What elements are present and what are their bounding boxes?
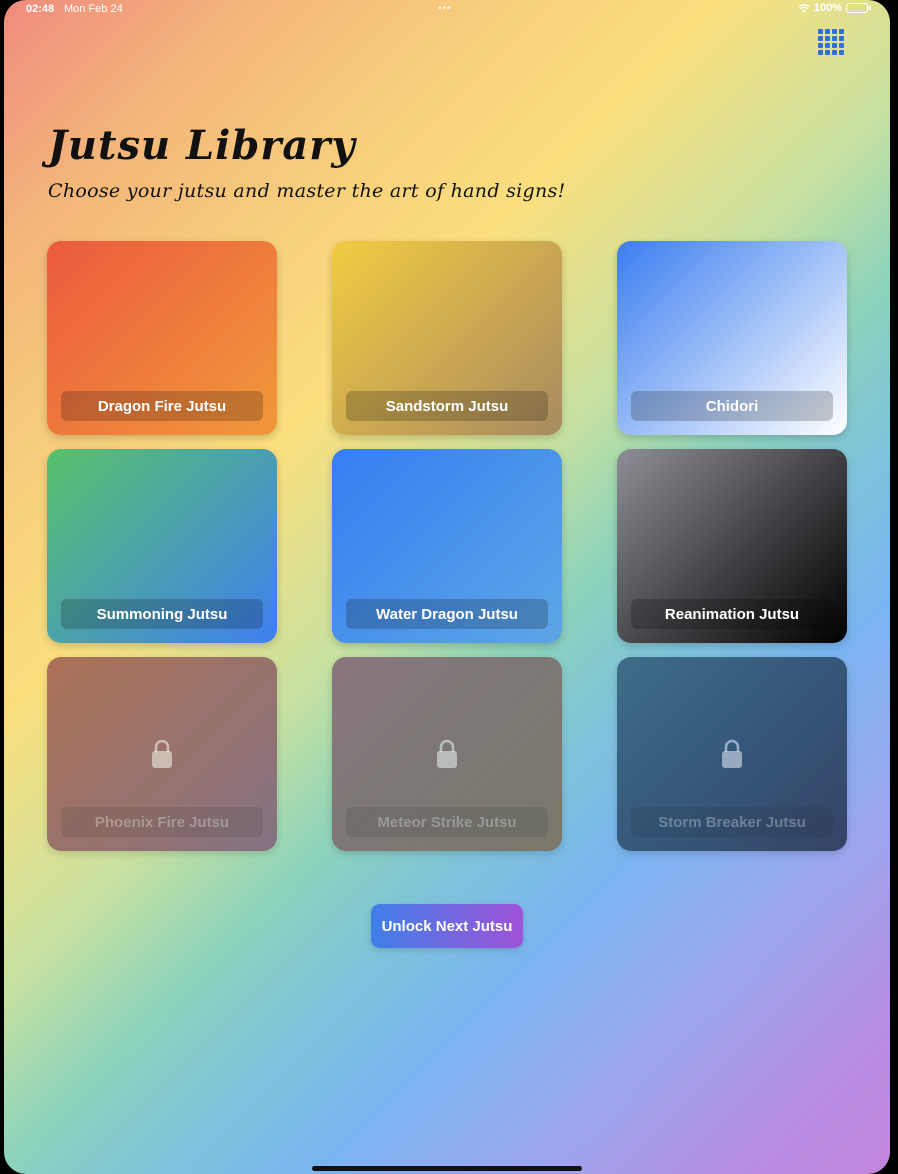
jutsu-card[interactable]: Storm Breaker Jutsu xyxy=(617,657,847,851)
lock-icon xyxy=(437,739,457,768)
wifi-icon xyxy=(798,3,810,13)
page-subtitle: Choose your jutsu and master the art of … xyxy=(48,180,566,202)
jutsu-card-label: Storm Breaker Jutsu xyxy=(631,807,833,837)
jutsu-card-label: Dragon Fire Jutsu xyxy=(61,391,263,421)
jutsu-card-label: Meteor Strike Jutsu xyxy=(346,807,548,837)
lock-icon xyxy=(722,739,742,768)
jutsu-card-label: Sandstorm Jutsu xyxy=(346,391,548,421)
jutsu-card[interactable]: Sandstorm Jutsu xyxy=(332,241,562,435)
jutsu-card[interactable]: Phoenix Fire Jutsu xyxy=(47,657,277,851)
home-indicator[interactable] xyxy=(312,1166,582,1171)
jutsu-card[interactable]: Chidori xyxy=(617,241,847,435)
jutsu-card-label: Summoning Jutsu xyxy=(61,599,263,629)
page-title: Jutsu Library xyxy=(48,122,356,169)
lock-icon xyxy=(152,739,172,768)
status-time: 02:48 xyxy=(26,3,55,15)
jutsu-card[interactable]: Water Dragon Jutsu xyxy=(332,449,562,643)
jutsu-card[interactable]: Dragon Fire Jutsu xyxy=(47,241,277,435)
jutsu-card[interactable]: Reanimation Jutsu xyxy=(617,449,847,643)
multitasking-dots[interactable]: ••• xyxy=(438,3,452,14)
jutsu-card[interactable]: Meteor Strike Jutsu xyxy=(332,657,562,851)
jutsu-card[interactable]: Summoning Jutsu xyxy=(47,449,277,643)
app-screen: 02:48 Mon Feb 24 ••• 100% Jutsu Library … xyxy=(4,0,890,1174)
jutsu-card-label: Chidori xyxy=(631,391,833,421)
jutsu-card-label: Water Dragon Jutsu xyxy=(346,599,548,629)
grid-icon xyxy=(818,29,823,34)
unlock-next-jutsu-button[interactable]: Unlock Next Jutsu xyxy=(371,904,523,948)
grid-menu-button[interactable] xyxy=(817,28,847,55)
jutsu-card-label: Reanimation Jutsu xyxy=(631,599,833,629)
battery-percentage: 100% xyxy=(813,2,842,14)
status-date: Mon Feb 24 xyxy=(64,3,123,15)
battery-icon xyxy=(846,3,871,13)
status-right: 100% xyxy=(798,2,871,14)
status-bar: 02:48 Mon Feb 24 ••• 100% xyxy=(4,0,890,20)
jutsu-card-label: Phoenix Fire Jutsu xyxy=(61,807,263,837)
